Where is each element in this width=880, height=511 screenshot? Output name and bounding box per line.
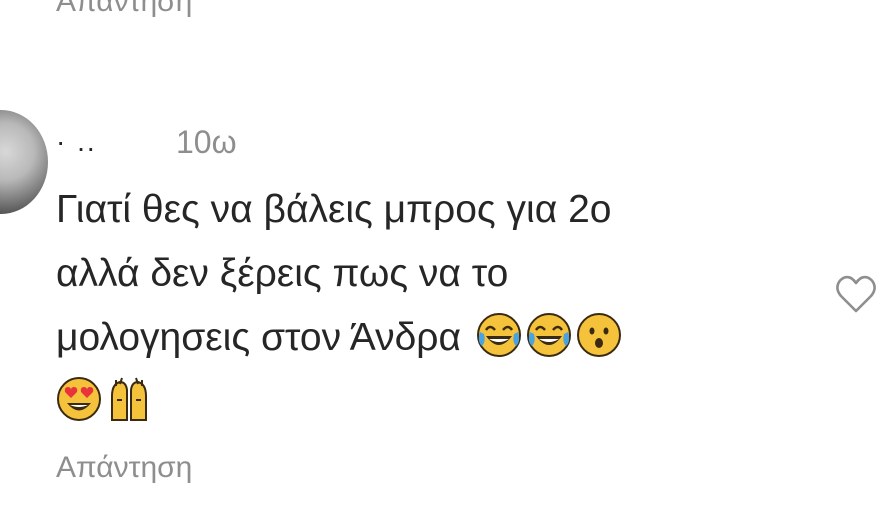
reply-link-previous[interactable]: Απάντηση [56,0,192,22]
reply-link[interactable]: Απάντηση [56,448,192,488]
joy-emoji-icon [476,313,521,357]
comment-username[interactable]: · .. [56,126,176,158]
comment-timestamp[interactable]: 10ω [176,124,237,161]
joy-emoji-icon [526,313,571,357]
comment-thread: Απάντηση · .. 10ω Γιατί θες να βάλεις μπ… [0,0,880,511]
comment-meta: · .. 10ω [56,122,237,162]
avatar[interactable] [0,110,48,214]
raising-hands-emoji-icon [111,377,147,421]
hushed-emoji-icon [576,313,621,357]
comment-body: Γιατί θες να βάλεις μπρος για 2ο αλλά δε… [56,178,776,434]
heart-eyes-emoji-icon [57,377,101,421]
heart-outline-icon[interactable] [833,271,879,317]
